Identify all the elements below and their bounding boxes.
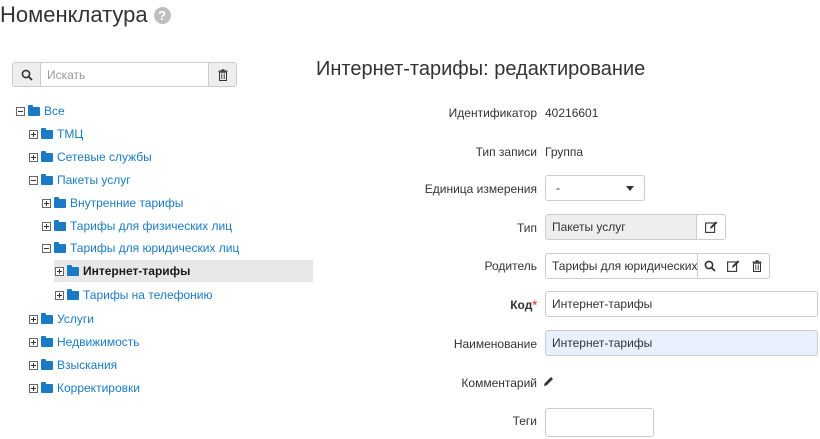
tree-node-network[interactable]: Сетевые службы	[29, 146, 152, 168]
edit-icon	[704, 221, 717, 233]
folder-icon	[54, 197, 66, 208]
tree-node-label[interactable]: Тарифы для физических лиц	[70, 219, 232, 233]
tree-node-label[interactable]: Все	[44, 104, 65, 118]
search-button[interactable]	[13, 63, 41, 86]
unit-select[interactable]: -	[545, 175, 645, 201]
tree-search	[12, 62, 237, 87]
edit-type-button[interactable]	[696, 214, 726, 240]
record-type-value: Группа	[545, 145, 584, 159]
folder-icon	[67, 289, 79, 300]
tree-node-adjustments[interactable]: Корректировки	[29, 377, 140, 399]
folder-icon	[41, 359, 53, 370]
edit-comment-button[interactable]	[543, 376, 554, 387]
collapse-icon[interactable]	[29, 175, 38, 185]
search-parent-button[interactable]	[697, 253, 722, 279]
trash-icon	[752, 260, 761, 272]
clear-search-button[interactable]	[208, 63, 236, 86]
search-input[interactable]	[41, 63, 208, 86]
tree-node-label[interactable]: Внутренние тарифы	[70, 196, 183, 210]
tree-node-real-estate[interactable]: Недвижимость	[29, 331, 140, 353]
form-title: Интернет-тарифы: редактирование	[316, 58, 646, 80]
caret-down-icon	[626, 185, 634, 191]
record-type-label: Тип записи	[475, 145, 537, 159]
expand-icon[interactable]	[55, 266, 64, 276]
folder-icon	[67, 265, 79, 276]
folder-icon	[41, 336, 53, 347]
folder-icon	[54, 242, 66, 253]
expand-icon[interactable]	[29, 152, 38, 162]
parent-label: Родитель	[484, 259, 537, 273]
tree-node-internal-tariffs[interactable]: Внутренние тарифы	[42, 192, 183, 214]
expand-icon[interactable]	[42, 221, 51, 231]
folder-icon	[41, 128, 53, 139]
name-input[interactable]: Интернет-тарифы	[545, 330, 818, 356]
tree-node-individual-tariffs[interactable]: Тарифы для физических лиц	[42, 215, 232, 237]
tree-node-label[interactable]: Недвижимость	[57, 335, 140, 349]
tree-node-label[interactable]: Сетевые службы	[57, 150, 152, 164]
expand-icon[interactable]	[29, 337, 38, 347]
type-field[interactable]: Пакеты услуг	[545, 214, 697, 240]
parent-field[interactable]: Тарифы для юридических лиц	[545, 253, 698, 279]
code-label-text: Код	[510, 298, 533, 312]
clear-parent-button[interactable]	[744, 253, 770, 279]
id-label: Идентификатор	[448, 106, 537, 120]
comment-label: Комментарий	[461, 376, 537, 390]
folder-icon	[41, 174, 53, 185]
expand-icon[interactable]	[29, 383, 38, 393]
tree-node-label[interactable]: Тарифы для юридических лиц	[70, 241, 239, 255]
page-title: Номенклатура ?	[0, 2, 171, 28]
id-value: 40216601	[545, 106, 599, 120]
code-input[interactable]: Интернет-тарифы	[545, 291, 818, 317]
tree-node-all[interactable]: Все	[16, 100, 65, 122]
tree-node-packages[interactable]: Пакеты услуг	[29, 169, 131, 191]
help-icon[interactable]: ?	[153, 6, 171, 24]
tree-node-label[interactable]: Взыскания	[57, 358, 117, 372]
tree-node-label[interactable]: Интернет-тарифы	[83, 264, 190, 278]
expand-icon[interactable]	[29, 314, 38, 324]
tree-node-tmc[interactable]: ТМЦ	[29, 123, 83, 145]
required-marker: *	[532, 298, 537, 312]
search-icon	[704, 260, 716, 272]
type-label: Тип	[516, 221, 537, 235]
expand-icon[interactable]	[42, 198, 51, 208]
folder-icon	[54, 220, 66, 231]
search-icon	[21, 69, 33, 81]
tree-node-services[interactable]: Услуги	[29, 308, 94, 330]
folder-icon	[41, 313, 53, 324]
collapse-icon[interactable]	[16, 106, 25, 116]
expand-icon[interactable]	[55, 290, 64, 300]
tags-input[interactable]	[545, 408, 654, 437]
tree-node-label[interactable]: ТМЦ	[57, 127, 83, 141]
expand-icon[interactable]	[29, 360, 38, 370]
tags-label: Теги	[512, 414, 537, 428]
tree-node-label[interactable]: Тарифы на телефонию	[83, 288, 213, 302]
tree-node-label[interactable]: Корректировки	[57, 381, 140, 395]
folder-icon	[28, 105, 40, 116]
tree-node-legal-tariffs[interactable]: Тарифы для юридических лиц	[42, 237, 239, 259]
trash-icon	[218, 68, 227, 81]
name-label: Наименование	[453, 337, 537, 351]
edit-icon	[726, 260, 739, 272]
tree-node-label[interactable]: Услуги	[57, 312, 94, 326]
unit-label: Единица измерения	[424, 182, 537, 196]
expand-icon[interactable]	[29, 129, 38, 139]
tree-node-telephony-tariffs[interactable]: Тарифы на телефонию	[55, 284, 213, 306]
tree-node-penalties[interactable]: Взыскания	[29, 354, 117, 376]
tree-node-label[interactable]: Пакеты услуг	[57, 173, 131, 187]
unit-select-value: -	[556, 181, 560, 195]
folder-icon	[41, 151, 53, 162]
edit-parent-button[interactable]	[721, 253, 745, 279]
pencil-icon	[544, 377, 553, 386]
page-title-text: Номенклатура	[0, 2, 148, 27]
tree-node-internet-tariffs[interactable]: Интернет-тарифы	[54, 260, 313, 282]
code-label: Код*	[510, 298, 537, 312]
folder-icon	[41, 382, 53, 393]
collapse-icon[interactable]	[42, 243, 51, 253]
